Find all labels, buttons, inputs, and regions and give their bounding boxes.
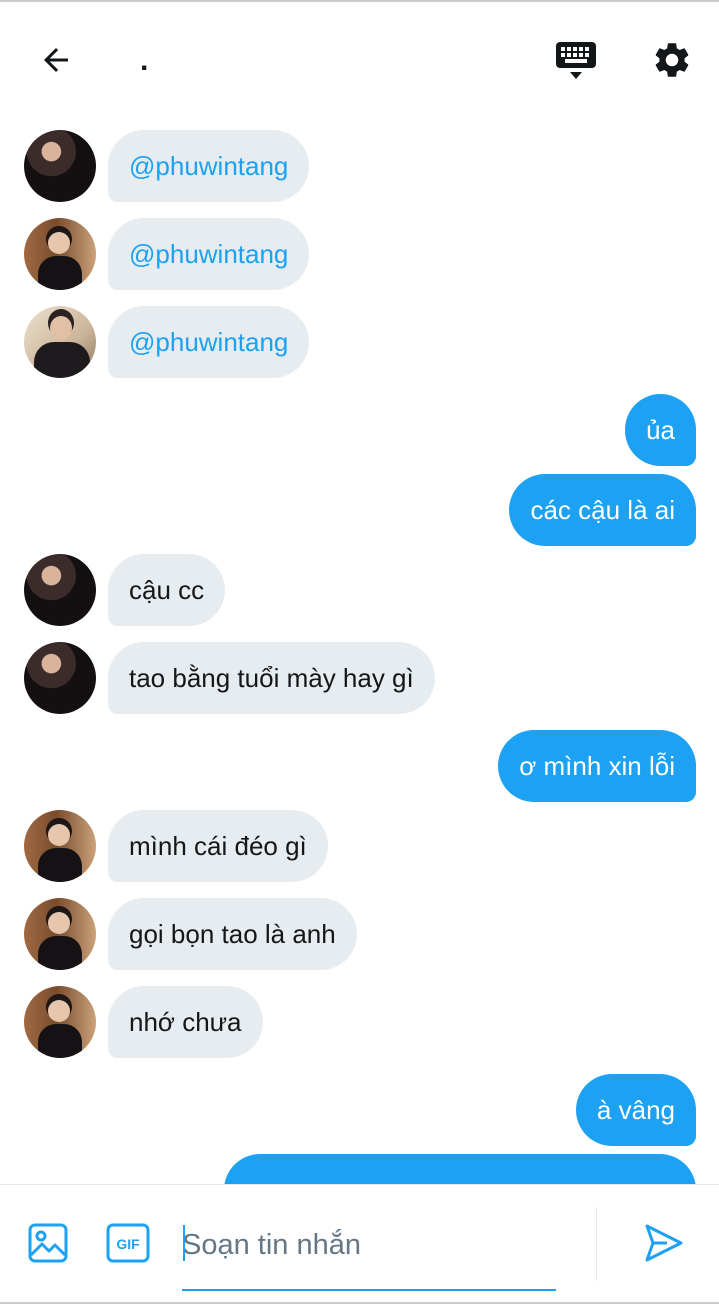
message-row: cậu cc <box>0 554 719 626</box>
back-button[interactable] <box>34 38 78 82</box>
message-input-wrapper <box>182 1219 556 1291</box>
message-bubble-incoming[interactable]: tao bằng tuổi mày hay gì <box>108 642 435 714</box>
text-caret <box>183 1225 185 1261</box>
message-bubble-incoming[interactable]: @phuwintang <box>108 130 310 202</box>
message-row <box>0 1154 719 1184</box>
message-bubble-outgoing[interactable] <box>224 1154 696 1184</box>
message-list[interactable]: @phuwintang @phuwintang @phuwintang ủa c… <box>0 112 719 1184</box>
message-composer: GIF <box>0 1184 719 1302</box>
avatar[interactable] <box>24 810 96 882</box>
avatar[interactable] <box>24 218 96 290</box>
keyboard-icon <box>556 42 596 79</box>
message-row: tao bằng tuổi mày hay gì <box>0 642 719 714</box>
message-bubble-outgoing[interactable]: ơ mình xin lỗi <box>498 730 696 802</box>
message-row: mình cái đéo gì <box>0 810 719 882</box>
conversation-title: . <box>140 44 149 77</box>
message-bubble-outgoing[interactable]: các cậu là ai <box>509 474 696 546</box>
message-bubble-incoming[interactable]: gọi bọn tao là anh <box>108 898 357 970</box>
message-bubble-incoming[interactable]: cậu cc <box>108 554 226 626</box>
arrow-left-icon <box>44 48 68 72</box>
avatar[interactable] <box>24 554 96 626</box>
avatar[interactable] <box>24 642 96 714</box>
gif-icon: GIF <box>106 1223 150 1263</box>
message-row: ủa <box>0 394 719 466</box>
gif-label: GIF <box>116 1236 140 1252</box>
settings-button[interactable] <box>648 36 696 84</box>
avatar[interactable] <box>24 986 96 1058</box>
message-row: ơ mình xin lỗi <box>0 730 719 802</box>
top-bar: . <box>0 2 719 112</box>
image-icon <box>28 1223 68 1263</box>
message-row: gọi bọn tao là anh <box>0 898 719 970</box>
avatar[interactable] <box>24 898 96 970</box>
send-icon <box>645 1224 683 1262</box>
message-bubble-incoming[interactable]: @phuwintang <box>108 218 310 290</box>
message-bubble-outgoing[interactable]: à vâng <box>575 1074 696 1146</box>
message-bubble-incoming[interactable]: nhớ chưa <box>108 986 263 1058</box>
add-gif-button[interactable]: GIF <box>104 1219 152 1267</box>
gear-icon <box>655 43 689 77</box>
message-bubble-incoming[interactable]: @phuwintang <box>108 306 310 378</box>
message-row: @phuwintang <box>0 218 719 290</box>
add-image-button[interactable] <box>24 1219 72 1267</box>
avatar[interactable] <box>24 306 96 378</box>
message-row: các cậu là ai <box>0 474 719 546</box>
message-bubble-incoming[interactable]: mình cái đéo gì <box>108 810 328 882</box>
message-row: à vâng <box>0 1074 719 1146</box>
keyboard-button[interactable] <box>552 36 600 84</box>
composer-divider <box>596 1207 597 1281</box>
message-row: @phuwintang <box>0 306 719 378</box>
message-bubble-outgoing[interactable]: ủa <box>625 394 696 466</box>
message-row: @phuwintang <box>0 130 719 202</box>
message-row: nhớ chưa <box>0 986 719 1058</box>
avatar[interactable] <box>24 130 96 202</box>
message-input[interactable] <box>182 1219 556 1271</box>
send-button[interactable] <box>640 1219 688 1267</box>
